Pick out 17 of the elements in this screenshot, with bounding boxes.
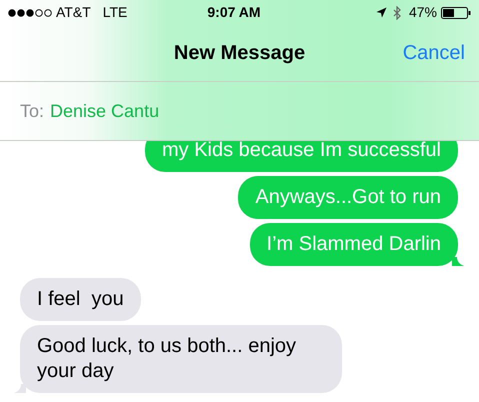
cancel-button[interactable]: Cancel [402,38,465,68]
location-arrow-icon [376,7,387,18]
battery-percent: 47% [408,3,437,22]
status-time: 9:07 AM [207,3,261,22]
bluetooth-icon [392,6,401,20]
recipient-name[interactable]: Denise Cantu [50,98,160,124]
signal-icon [8,8,52,16]
bubble-tail [452,257,464,266]
screen-title: New Message [174,41,306,66]
message-bubble: Anyways...Got to run [238,176,458,219]
message-bubble: I feel you [20,278,141,321]
bubble-tail [14,384,26,393]
carrier-name: AT&T [56,3,91,22]
battery-icon [441,6,471,18]
to-label: To: [20,100,44,122]
message-bubble: my Kids because Im successful [145,141,458,172]
network-type: LTE [102,3,128,22]
